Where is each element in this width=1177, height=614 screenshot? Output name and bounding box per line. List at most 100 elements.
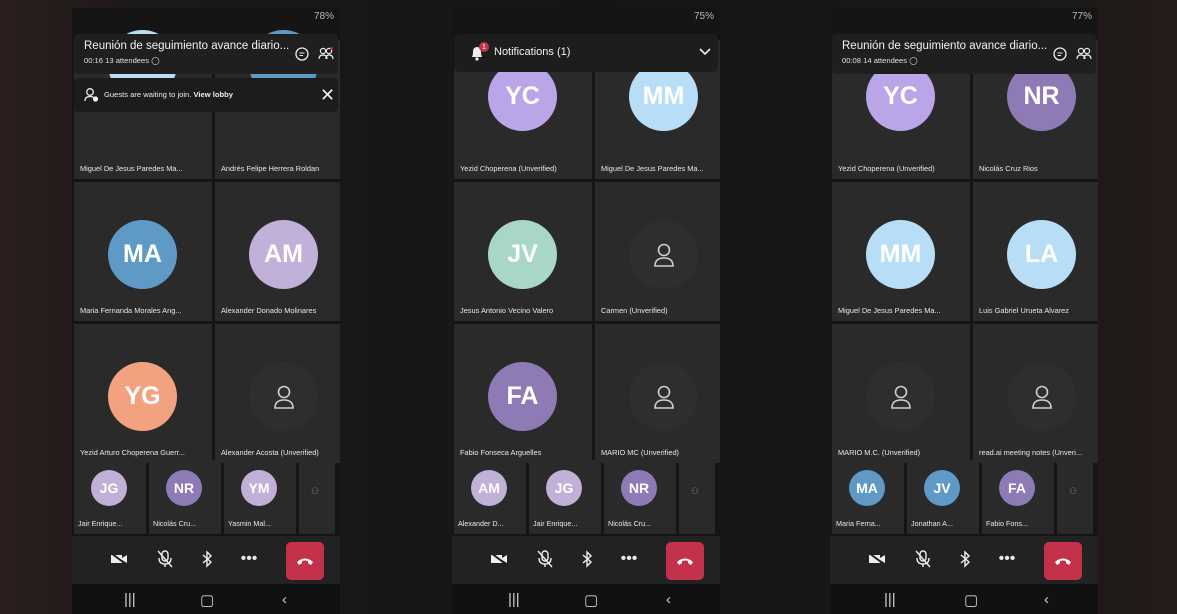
bluetooth-icon[interactable] [196, 548, 218, 570]
battery-level: 75% [693, 11, 714, 22]
close-icon[interactable]: ✕ [320, 85, 335, 106]
person-icon: ⚇ [311, 486, 320, 496]
mic-off-icon[interactable] [534, 548, 556, 570]
overflow-participant[interactable]: ⚇ [1057, 460, 1093, 534]
mic-off-icon[interactable] [154, 548, 176, 570]
meeting-meta: 00:16 13 attendees ◯ [84, 56, 160, 65]
mic-off-icon[interactable] [912, 548, 934, 570]
recent-apps-icon[interactable]: ||| [508, 591, 520, 608]
notifications-banner[interactable]: 1 Notifications (1) [454, 34, 718, 72]
participant-name: Yezid Choperena (Unverified) [838, 164, 935, 173]
participant-tile[interactable]: MARIO M.C. (Unverified) [832, 324, 970, 463]
home-icon[interactable]: ▢ [584, 591, 598, 609]
camera-off-icon[interactable] [866, 548, 888, 570]
mini-participant[interactable]: JG Jair Enrique... [74, 460, 146, 534]
person-placeholder-icon [866, 362, 935, 431]
more-options-icon[interactable]: ••• [996, 548, 1018, 570]
participant-name: Yasmin Mal... [228, 519, 272, 528]
chat-icon[interactable] [1050, 44, 1070, 64]
bluetooth-icon[interactable] [576, 548, 598, 570]
participant-tile[interactable]: JV Jesus Antonio Vecino Valero [454, 182, 592, 321]
hang-up-button[interactable] [1044, 542, 1082, 580]
participant-name: Miguel De Jesus Paredes Ma... [80, 164, 183, 173]
camera-off-icon[interactable] [488, 548, 510, 570]
participant-name: Fabio Fonseca Arguelles [460, 448, 542, 457]
android-nav-bar: ||| ▢ ‹ [452, 584, 720, 614]
hang-up-button[interactable] [666, 542, 704, 580]
lobby-text: Guests are waiting to join. [104, 90, 192, 99]
mini-participant[interactable]: NR Nicolás Cru... [149, 460, 221, 534]
elapsed-time: 00:16 [84, 56, 104, 65]
participant-tile[interactable]: Carmen (Unverified) [595, 182, 720, 321]
home-icon[interactable]: ▢ [964, 591, 978, 609]
phone-hangup-icon [297, 558, 313, 565]
notification-badge: 1 [479, 42, 489, 52]
avatar: YG [108, 362, 177, 431]
camera-off-icon[interactable] [108, 548, 130, 570]
participant-tile[interactable]: Alexander Acosta (Unverified) [215, 324, 340, 463]
meeting-title: Reunión de seguimiento avance diario... [84, 40, 290, 52]
participant-name: Yezid Arturo Choperena Guerr... [80, 448, 185, 457]
shield-icon: ◯ [909, 56, 918, 65]
participant-strip: MA Maria Ferna... JV Jonathan A... FA Fa… [832, 460, 1098, 534]
participant-name: Nicolás Cru... [608, 519, 652, 528]
phone-hangup-icon [1055, 558, 1071, 565]
bluetooth-icon[interactable] [954, 548, 976, 570]
participant-tile[interactable]: MA Maria Fernanda Morales Ang... [74, 182, 212, 321]
recent-apps-icon[interactable]: ||| [124, 591, 136, 608]
participant-tile[interactable]: AM Alexander Donado Molinares [215, 182, 340, 321]
meeting-header: Reunión de seguimiento avance diario... … [832, 34, 1096, 74]
participant-tile[interactable]: read.ai meeting notes (Unveri... [973, 324, 1098, 463]
mini-participant[interactable]: FA Fabio Fons... [982, 460, 1054, 534]
participant-tile[interactable]: LA Luis Gabriel Urueta Alvarez [973, 182, 1098, 321]
avatar: JG [91, 470, 127, 506]
home-icon[interactable]: ▢ [200, 591, 214, 609]
participant-name: Maria Fernanda Morales Ang... [80, 306, 182, 315]
participant-name: Andrés Felipe Herrera Roldan [221, 164, 320, 173]
participant-tile[interactable]: FA Fabio Fonseca Arguelles [454, 324, 592, 463]
participants-icon[interactable] [316, 44, 336, 64]
participant-strip: AM Alexander D... JG Jair Enrique... NR … [454, 460, 720, 534]
overflow-participant[interactable]: ⚇ [679, 460, 715, 534]
mini-participant[interactable]: MA Maria Ferna... [832, 460, 904, 534]
call-controls: ••• [830, 536, 1098, 584]
participant-name: Jonathan A... [911, 519, 953, 528]
chat-icon[interactable] [292, 44, 312, 64]
call-controls: ••• [452, 536, 720, 584]
back-icon[interactable]: ‹ [666, 591, 671, 608]
more-options-icon[interactable]: ••• [618, 548, 640, 570]
avatar: NR [621, 470, 657, 506]
participant-name: Nicolás Cruz Rios [979, 164, 1038, 173]
avatar: NR [166, 470, 202, 506]
participant-name: MARIO M.C. (Unverified) [838, 448, 921, 457]
meeting-meta: 00:08 14 attendees ◯ [842, 56, 918, 65]
participant-tile[interactable]: MARIO MC (Unverified) [595, 324, 720, 463]
participant-tile[interactable]: YG Yezid Arturo Choperena Guerr... [74, 324, 212, 463]
mini-participant[interactable]: YM Yasmin Mal... [224, 460, 296, 534]
recent-apps-icon[interactable]: ||| [884, 591, 896, 608]
participant-name: MARIO MC (Unverified) [601, 448, 680, 457]
mini-participant[interactable]: JG Jair Enrique... [529, 460, 601, 534]
avatar: MA [849, 470, 885, 506]
avatar: LA [1007, 220, 1076, 289]
participant-name: Jesus Antonio Vecino Valero [460, 306, 554, 315]
mini-participant[interactable]: AM Alexander D... [454, 460, 526, 534]
participants-icon[interactable] [1074, 44, 1094, 64]
chevron-down-icon[interactable] [698, 44, 712, 62]
person-placeholder-icon [249, 362, 318, 431]
view-lobby-link[interactable]: View lobby [194, 90, 234, 99]
participant-name: Nicolás Cru... [153, 519, 197, 528]
mini-participant[interactable]: JV Jonathan A... [907, 460, 979, 534]
participant-tile[interactable]: MM Miguel De Jesus Paredes Ma... [832, 182, 970, 321]
participant-name: Jair Enrique... [78, 519, 123, 528]
back-icon[interactable]: ‹ [1044, 591, 1049, 608]
participant-name: Miguel De Jesus Paredes Ma... [838, 306, 941, 315]
status-bar: 75% [452, 8, 720, 34]
participant-name: Carmen (Unverified) [601, 306, 668, 315]
back-icon[interactable]: ‹ [282, 591, 287, 608]
hang-up-button[interactable] [286, 542, 324, 580]
mini-participant[interactable]: NR Nicolás Cru... [604, 460, 676, 534]
more-options-icon[interactable]: ••• [238, 548, 260, 570]
participant-name: Alexander Acosta (Unverified) [221, 448, 319, 457]
overflow-participant[interactable]: ⚇ [299, 460, 335, 534]
